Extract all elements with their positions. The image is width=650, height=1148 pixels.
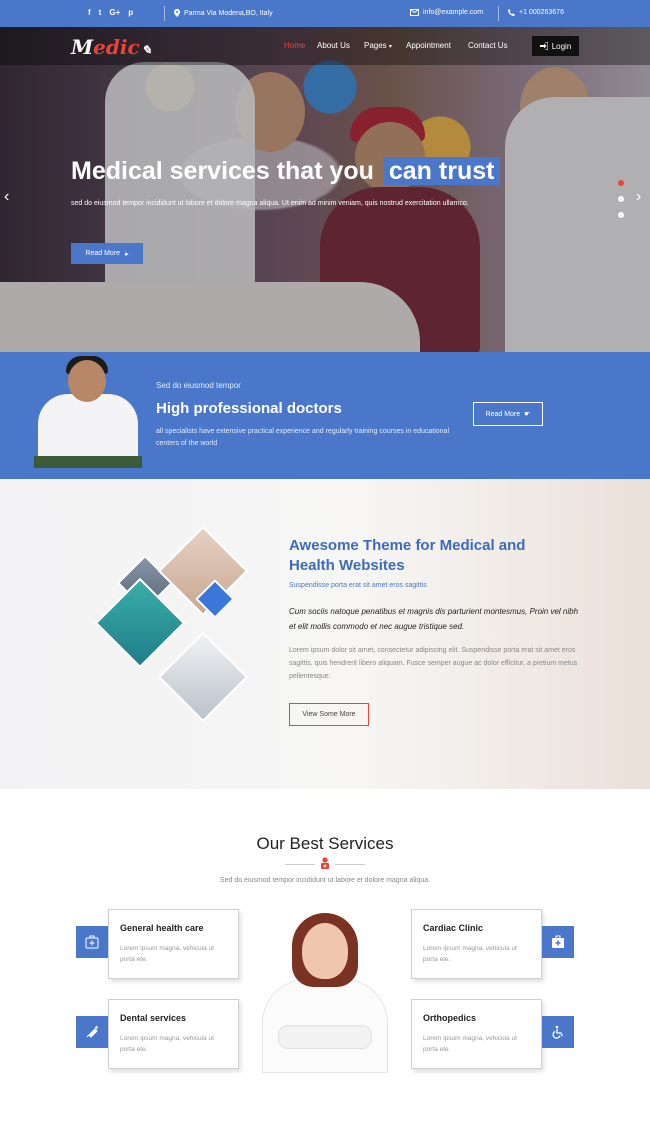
doctor-bag-icon [321,857,329,869]
nav-about-us[interactable]: About Us [317,41,350,50]
login-label: Login [551,41,572,51]
doctor-photo [34,356,142,470]
hero-title-text: Medical services that you [71,157,374,185]
doctor-photo-part [34,456,142,468]
top-bar: f t G+ p Parma Via Modena,BO, Italy info… [0,0,650,27]
syringe-icon [76,1016,108,1048]
services-section: Our Best Services Sed do eiusmod tempor … [0,789,650,1148]
service-card-text: Lorem ipsum magna, vehicula ut porta ete… [120,1035,214,1053]
band-read-more-button[interactable]: Read More ☛ [473,402,543,426]
services-description: Sed do eiusmod tempor incididunt ut labo… [219,877,431,884]
nav-appointment[interactable]: Appointment [406,41,451,50]
envelope-icon [410,9,419,16]
doctor-portrait-part [278,1025,372,1049]
about-subtitle: Suspendisse porta erat sit amet eros sag… [289,582,427,589]
service-card-text: Lorem ipsum magna, vehicula ut porta ete… [423,1035,517,1053]
hero-title: Medical services that you can trust [71,157,501,186]
sign-in-icon [539,42,548,50]
service-card-cardiac[interactable]: Cardiac Clinic Lorem ipsum magna, vehicu… [411,909,542,979]
chevron-down-icon: ▾ [388,44,392,50]
slider-dot[interactable] [618,196,624,202]
wheelchair-icon [542,1016,574,1048]
nav-contact-us[interactable]: Contact Us [468,41,508,50]
pen-icon: ✎ [141,43,152,57]
service-card-title: Orthopedics [423,1013,477,1023]
service-card-general[interactable]: General health care Lorem ipsum magna, v… [108,909,239,979]
service-card-dental[interactable]: Dental services Lorem ipsum magna, vehic… [108,999,239,1069]
doctors-band: Sed do eiusmod tempor High professional … [0,352,650,479]
service-card-text: Lorem ipsum magna, vehicula ut porta ete… [120,945,214,963]
nav-home[interactable]: Home [284,41,305,50]
divider [164,6,165,21]
diamond-image-surgery [94,577,186,669]
slider-dot[interactable] [618,212,624,218]
phone-icon [508,9,515,16]
service-card-title: General health care [120,923,204,933]
diamond-image-lab [157,631,249,723]
hero-slider [0,27,650,352]
about-italic-text: Cum sociis natoque penatibus et magnis d… [289,607,579,631]
first-aid-icon [76,926,108,958]
logo-accent: edic [93,35,140,59]
doctor-photo-part [68,360,106,402]
band-description: all specialists have extensive practical… [156,428,449,447]
caret-right-icon: ▸ [125,250,129,258]
slider-dots [618,180,624,218]
slider-next-arrow[interactable]: › [636,188,641,206]
services-title: Our Best Services [256,834,394,853]
address: Parma Via Modena,BO, Italy [174,9,273,17]
facebook-icon[interactable]: f [88,9,91,17]
login-button[interactable]: Login [532,36,579,56]
slider-dot[interactable] [618,180,624,186]
hero-overlay [0,27,650,352]
divider [285,864,315,865]
service-card-text: Lorem ipsum magna, vehicula ut porta ete… [423,945,517,963]
nav-pages[interactable]: Pages ▾ [364,41,392,50]
medkit-icon [542,926,574,958]
divider [498,6,499,21]
slider-prev-arrow[interactable]: ‹ [4,188,9,206]
hero-read-more-button[interactable]: Read More ▸ [71,243,143,264]
logo-letter: M [71,35,94,59]
about-text: Lorem ipsum dolor sit amet, consectetur … [289,647,578,680]
service-card-orthopedics[interactable]: Orthopedics Lorem ipsum magna, vehicula … [411,999,542,1069]
doctor-portrait [258,913,392,1073]
hero-text: sed do eiusmod tempor incididunt ut labo… [71,200,469,207]
band-button-label: Read More [485,410,521,418]
email-contact[interactable]: info@example.com [410,9,483,16]
doctor-portrait-part [302,923,348,979]
about-title: Awesome Theme for Medical and Health Web… [289,537,526,574]
address-text: Parma Via Modena,BO, Italy [184,9,273,17]
pinterest-icon[interactable]: p [128,9,133,17]
band-subtitle: Sed do eiusmod tempor [156,381,241,390]
email-text[interactable]: info@example.com [423,9,483,16]
phone-contact[interactable]: +1 000263676 [508,9,564,16]
hand-pointer-icon: ☛ [524,411,531,418]
hero-button-label: Read More [85,250,121,257]
service-card-title: Dental services [120,1013,187,1023]
logo[interactable]: Medic ✎ [71,35,152,59]
nav-pages-label: Pages [364,41,387,50]
view-more-button[interactable]: View Some More [289,703,369,726]
band-title: High professional doctors [156,400,342,417]
divider [335,864,365,865]
service-card-title: Cardiac Clinic [423,923,484,933]
hero-title-highlight: can trust [382,157,501,185]
google-plus-icon[interactable]: G+ [109,9,120,17]
about-section: Awesome Theme for Medical and Health Web… [0,479,650,789]
social-links: f t G+ p [88,9,133,17]
phone-text[interactable]: +1 000263676 [519,9,564,16]
map-marker-icon [174,9,180,17]
twitter-icon[interactable]: t [99,9,102,17]
